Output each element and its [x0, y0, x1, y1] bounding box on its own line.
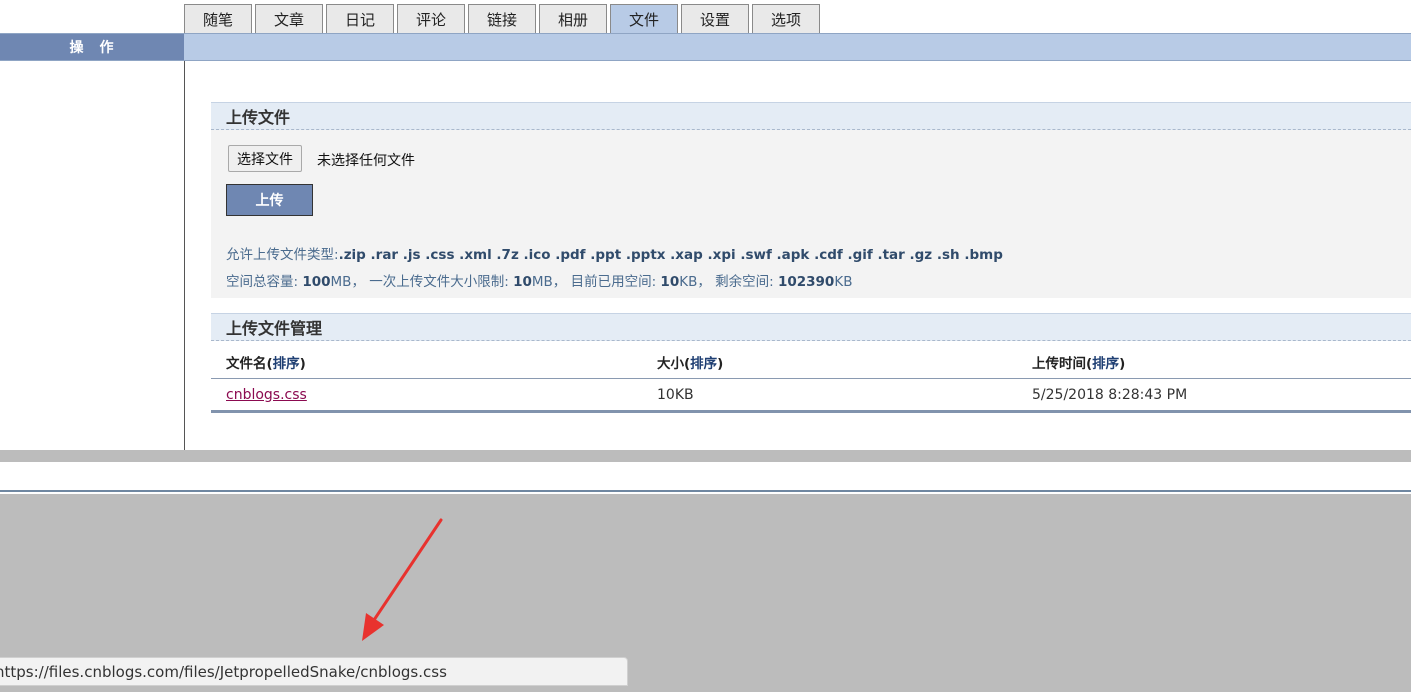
- free-space-label: 剩余空间:: [715, 274, 778, 290]
- upload-button[interactable]: 上传: [226, 184, 313, 216]
- tab-settings[interactable]: 设置: [681, 4, 749, 34]
- file-name-link[interactable]: cnblogs.css: [226, 387, 307, 403]
- space-info-line: 空间总容量: 100MB， 一次上传文件大小限制: 10MB， 目前已用空间: …: [226, 270, 852, 290]
- sort-by-time-link[interactable]: 排序: [1092, 356, 1119, 372]
- file-table: 文件名(排序) 大小(排序) 上传时间(排序) cnblogs.css 10KB…: [211, 346, 1411, 413]
- tab-links[interactable]: 链接: [468, 4, 536, 34]
- free-space-unit: KB: [834, 274, 853, 290]
- tab-posts[interactable]: 随笔: [184, 4, 252, 34]
- file-manage-title: 上传文件管理: [211, 313, 1411, 341]
- tab-diary[interactable]: 日记: [326, 4, 394, 34]
- tab-comments[interactable]: 评论: [397, 4, 465, 34]
- table-header: 文件名(排序) 大小(排序) 上传时间(排序): [211, 346, 1411, 379]
- sort-by-name-link[interactable]: 排序: [273, 356, 300, 372]
- status-bar-url: https://files.cnblogs.com/files/Jetprope…: [0, 657, 628, 686]
- column-header-name: 文件名(排序): [226, 356, 306, 372]
- total-space-label: 空间总容量:: [226, 274, 303, 290]
- table-row: cnblogs.css 10KB 5/25/2018 8:28:43 PM: [211, 379, 1411, 410]
- tab-files[interactable]: 文件: [610, 4, 678, 34]
- sort-by-size-link[interactable]: 排序: [690, 356, 717, 372]
- header-bar: 操 作: [0, 33, 1411, 61]
- size-limit-unit: MB，: [531, 274, 571, 290]
- choose-file-button[interactable]: 选择文件: [228, 145, 302, 172]
- file-upload-time: 5/25/2018 8:28:43 PM: [1032, 386, 1188, 403]
- used-space-unit: KB，: [679, 274, 716, 290]
- sidebar: [0, 61, 185, 450]
- sidebar-header: 操 作: [0, 34, 184, 60]
- total-space-value: 100: [302, 274, 331, 290]
- no-file-label: 未选择任何文件: [317, 153, 415, 169]
- separator-band: [0, 450, 1411, 462]
- column-header-time: 上传时间(排序): [1032, 356, 1126, 372]
- red-arrow-icon: [362, 518, 443, 641]
- footer-band: [0, 462, 1411, 492]
- used-space-label: 目前已用空间:: [570, 274, 661, 290]
- used-space-value: 10: [660, 274, 680, 290]
- upload-panel: 选择文件 未选择任何文件 上传 允许上传文件类型:.zip .rar .js .…: [211, 130, 1411, 298]
- allowed-types-value: .zip .rar .js .css .xml .7z .ico .pdf .p…: [338, 247, 1003, 263]
- allowed-types-line: 允许上传文件类型:.zip .rar .js .css .xml .7z .ic…: [226, 243, 1003, 263]
- main-content: 上传文件 选择文件 未选择任何文件 上传 允许上传文件类型:.zip .rar …: [185, 61, 1411, 450]
- size-limit-value: 10: [513, 274, 532, 290]
- tab-albums[interactable]: 相册: [539, 4, 607, 34]
- allowed-types-label: 允许上传文件类型:: [226, 247, 339, 263]
- file-size: 10KB: [657, 386, 694, 403]
- tab-options[interactable]: 选项: [752, 4, 820, 34]
- tab-bar: 随笔 文章 日记 评论 链接 相册 文件 设置 选项: [184, 4, 823, 34]
- tab-articles[interactable]: 文章: [255, 4, 323, 34]
- upload-section-title: 上传文件: [211, 102, 1411, 130]
- column-header-size: 大小(排序): [657, 356, 724, 372]
- free-space-value: 102390: [777, 274, 835, 290]
- size-limit-label: 一次上传文件大小限制:: [369, 274, 514, 290]
- total-space-unit: MB，: [330, 274, 370, 290]
